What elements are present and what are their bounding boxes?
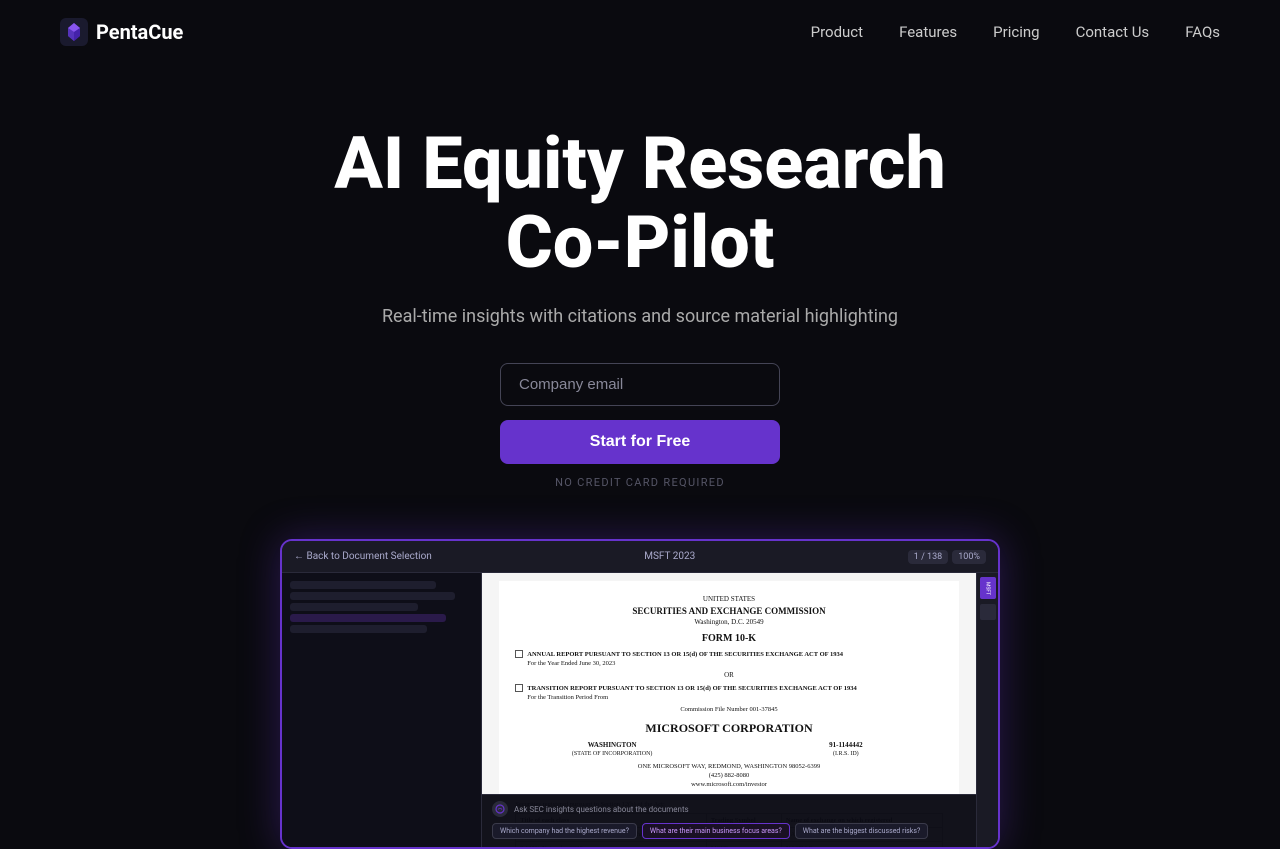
sec-address2: ONE MICROSOFT WAY, REDMOND, WASHINGTON 9… [515,762,942,771]
sec-form: FORM 10-K [515,632,942,646]
hero-section: AI Equity Research Co-Pilot Real-time in… [0,64,1280,529]
email-input[interactable] [500,363,780,406]
hero-title-line1: AI Equity Research [334,121,946,206]
nav-links: Product Features Pricing Contact Us FAQs [811,23,1220,41]
hero-title: AI Equity Research Co-Pilot [334,124,946,282]
mock-sidebar-right-item-1[interactable]: MSFT [980,577,996,599]
nav-faqs[interactable]: FAQs [1185,23,1220,41]
sec-ein-label: 91-1144442 [749,741,943,751]
mock-chip-focus[interactable]: What are their main business focus areas… [642,823,790,839]
mock-doc-title: MSFT 2023 [442,551,898,562]
sec-checkbox2-label: TRANSITION REPORT PURSUANT TO SECTION 13… [527,685,856,692]
mock-sidebar-left [282,573,482,847]
sec-company-name: MICROSOFT CORPORATION [515,720,942,737]
product-screenshot: ← Back to Document Selection MSFT 2023 1… [280,539,1000,849]
sec-checkbox1-label: ANNUAL REPORT PURSUANT TO SECTION 13 OR … [527,651,843,658]
screenshot-wrapper: ← Back to Document Selection MSFT 2023 1… [0,529,1280,849]
start-free-button[interactable]: Start for Free [500,420,780,464]
nav-contact[interactable]: Contact Us [1076,23,1150,41]
nav-features[interactable]: Features [899,23,957,41]
mock-main-area: UNITED STATES SECURITIES AND EXCHANGE CO… [482,573,976,847]
sec-ein-sub: (I.R.S. ID) [749,750,943,758]
sec-checkbox1-sub: For the Year Ended June 30, 2023 [527,659,843,668]
navbar: PentaCue Product Features Pricing Contac… [0,0,1280,64]
mock-topbar: ← Back to Document Selection MSFT 2023 1… [282,541,998,573]
mock-chip-revenue[interactable]: Which company had the highest revenue? [492,823,637,839]
mock-chip-risks[interactable]: What are the biggest discussed risks? [795,823,928,839]
mock-chat-label: Ask SEC insights questions about the doc… [514,805,689,814]
mock-chat-icon [492,801,508,817]
sec-checkbox-row-1: ANNUAL REPORT PURSUANT TO SECTION 13 OR … [515,650,942,668]
sec-phone: (425) 882-8080 [515,771,942,780]
mock-chat-area: Ask SEC insights questions about the doc… [482,794,976,847]
sec-address: Washington, D.C. 20549 [515,618,942,628]
hero-title-line2: Co-Pilot [506,200,775,285]
sec-website: www.microsoft.com/investor [515,780,942,789]
sec-checkbox-row-2: TRANSITION REPORT PURSUANT TO SECTION 13… [515,684,942,702]
mock-chat-chips: Which company had the highest revenue? W… [492,823,966,839]
nav-pricing[interactable]: Pricing [993,23,1039,41]
mock-controls: 1 / 138 100% [908,550,986,564]
mock-sidebar-right: MSFT [976,573,998,847]
no-credit-card-label: NO CREDIT CARD REQUIRED [555,476,725,489]
mock-back-button[interactable]: ← Back to Document Selection [294,551,432,562]
mock-body: UNITED STATES SECURITIES AND EXCHANGE CO… [282,573,998,847]
sec-state-sub: (STATE OF INCORPORATION) [515,750,709,758]
mock-chat-input-row: Ask SEC insights questions about the doc… [492,801,966,817]
mock-page-indicator: 1 / 138 [908,550,948,564]
nav-product[interactable]: Product [811,23,863,41]
sec-checkbox2-sub: For the Transition Period From [527,693,856,702]
sec-commission-file: Commission File Number 001-37845 [515,705,942,714]
mock-sidebar-right-item-2 [980,604,996,620]
sec-or: OR [515,671,942,681]
email-input-container [500,363,780,406]
sec-subheader: SECURITIES AND EXCHANGE COMMISSION [515,605,942,618]
logo-icon [60,18,88,46]
mock-zoom[interactable]: 100% [952,550,986,564]
logo-text: PentaCue [96,20,183,44]
logo[interactable]: PentaCue [60,18,183,46]
hero-subtitle: Real-time insights with citations and so… [382,306,898,327]
sec-state-label: WASHINGTON [515,741,709,751]
sec-header: UNITED STATES [515,595,942,605]
